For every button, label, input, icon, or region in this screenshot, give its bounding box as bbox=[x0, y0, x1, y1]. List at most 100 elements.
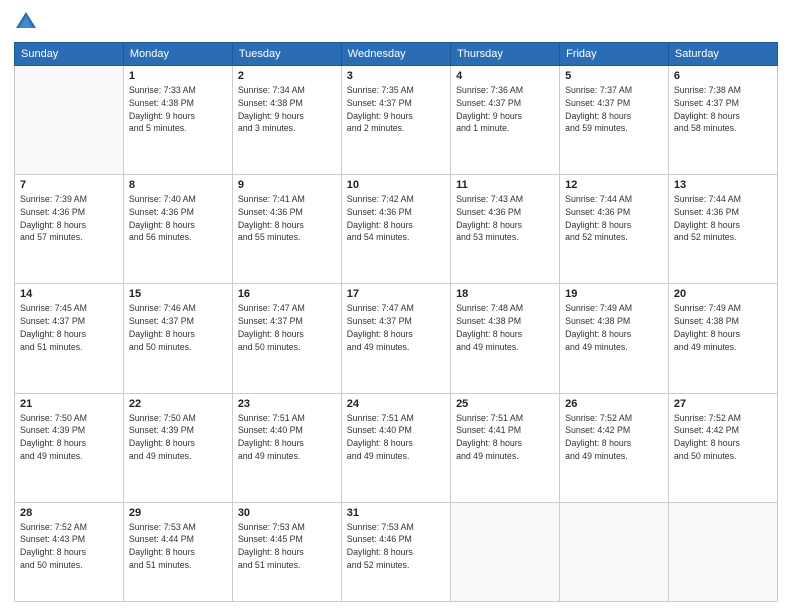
day-info: Sunrise: 7:52 AMSunset: 4:42 PMDaylight:… bbox=[565, 412, 663, 463]
day-cell: 19 Sunrise: 7:49 AMSunset: 4:38 PMDayligh… bbox=[560, 284, 669, 393]
day-cell: 3Sunrise: 7:35 AMSunset: 4:37 PMDaylight… bbox=[341, 66, 450, 175]
day-number: 16 bbox=[238, 288, 336, 300]
day-info: Sunrise: 7:40 AMSunset: 4:36 PMDaylight:… bbox=[129, 193, 227, 244]
day-cell: 7 Sunrise: 7:39 AMSunset: 4:36 PMDaylight… bbox=[15, 175, 124, 284]
day-number: 30 bbox=[238, 507, 336, 519]
day-info: Sunrise: 7:53 AMSunset: 4:45 PMDaylight:… bbox=[238, 521, 336, 572]
weekday-header: Sunday bbox=[15, 43, 124, 66]
day-cell bbox=[451, 502, 560, 601]
day-info: Sunrise: 7:42 AMSunset: 4:36 PMDaylight:… bbox=[347, 193, 445, 244]
day-info: Sunrise: 7:39 AMSunset: 4:36 PMDaylight:… bbox=[20, 193, 118, 244]
day-number: 13 bbox=[674, 179, 772, 191]
calendar: SundayMondayTuesdayWednesdayThursdayFrid… bbox=[14, 42, 778, 602]
day-cell: 20 Sunrise: 7:49 AMSunset: 4:38 PMDayligh… bbox=[668, 284, 777, 393]
day-number: 28 bbox=[20, 507, 118, 519]
day-number: 25 bbox=[456, 398, 554, 410]
week-row: 1 Sunrise: 7:33 AMSunset: 4:38 PMDaylight… bbox=[15, 66, 778, 175]
day-info: Sunrise: 7:51 AMSunset: 4:41 PMDaylight:… bbox=[456, 412, 554, 463]
day-cell: 4Sunrise: 7:36 AMSunset: 4:37 PMDaylight… bbox=[451, 66, 560, 175]
day-info: Sunrise: 7:46 AMSunset: 4:37 PMDaylight:… bbox=[129, 302, 227, 353]
day-number: 7 bbox=[20, 179, 118, 191]
day-info: Sunrise: 7:52 AMSunset: 4:42 PMDaylight:… bbox=[674, 412, 772, 463]
day-cell: 22 Sunrise: 7:50 AMSunset: 4:39 PMDayligh… bbox=[123, 393, 232, 502]
day-cell: 24 Sunrise: 7:51 AMSunset: 4:40 PMDayligh… bbox=[341, 393, 450, 502]
day-number: 17 bbox=[347, 288, 445, 300]
day-number: 22 bbox=[129, 398, 227, 410]
day-info: Sunrise: 7:37 AMSunset: 4:37 PMDaylight:… bbox=[565, 84, 663, 135]
day-info: Sunrise: 7:50 AMSunset: 4:39 PMDaylight:… bbox=[129, 412, 227, 463]
calendar-header-row: SundayMondayTuesdayWednesdayThursdayFrid… bbox=[15, 43, 778, 66]
day-number: 5 bbox=[565, 70, 663, 82]
day-info: Sunrise: 7:41 AMSunset: 4:36 PMDaylight:… bbox=[238, 193, 336, 244]
day-info: Sunrise: 7:48 AMSunset: 4:38 PMDaylight:… bbox=[456, 302, 554, 353]
day-info: Sunrise: 7:47 AMSunset: 4:37 PMDaylight:… bbox=[347, 302, 445, 353]
day-info: Sunrise: 7:38 AMSunset: 4:37 PMDaylight:… bbox=[674, 84, 772, 135]
day-number: 27 bbox=[674, 398, 772, 410]
day-cell: 13 Sunrise: 7:44 AMSunset: 4:36 PMDayligh… bbox=[668, 175, 777, 284]
header bbox=[14, 10, 778, 34]
day-cell: 16 Sunrise: 7:47 AMSunset: 4:37 PMDayligh… bbox=[232, 284, 341, 393]
day-info: Sunrise: 7:34 AMSunset: 4:38 PMDaylight:… bbox=[238, 84, 336, 135]
day-cell: 30 Sunrise: 7:53 AMSunset: 4:45 PMDayligh… bbox=[232, 502, 341, 601]
day-number: 12 bbox=[565, 179, 663, 191]
day-number: 11 bbox=[456, 179, 554, 191]
day-cell: 17 Sunrise: 7:47 AMSunset: 4:37 PMDayligh… bbox=[341, 284, 450, 393]
day-number: 1 bbox=[129, 70, 227, 82]
day-info: Sunrise: 7:50 AMSunset: 4:39 PMDaylight:… bbox=[20, 412, 118, 463]
week-row: 28Sunrise: 7:52 AMSunset: 4:43 PMDayligh… bbox=[15, 502, 778, 601]
day-info: Sunrise: 7:45 AMSunset: 4:37 PMDaylight:… bbox=[20, 302, 118, 353]
day-number: 26 bbox=[565, 398, 663, 410]
day-number: 8 bbox=[129, 179, 227, 191]
day-info: Sunrise: 7:53 AMSunset: 4:46 PMDaylight:… bbox=[347, 521, 445, 572]
day-number: 20 bbox=[674, 288, 772, 300]
day-info: Sunrise: 7:33 AMSunset: 4:38 PMDaylight:… bbox=[129, 84, 227, 135]
day-number: 15 bbox=[129, 288, 227, 300]
weekday-header: Saturday bbox=[668, 43, 777, 66]
day-info: Sunrise: 7:43 AMSunset: 4:36 PMDaylight:… bbox=[456, 193, 554, 244]
day-number: 10 bbox=[347, 179, 445, 191]
day-number: 4 bbox=[456, 70, 554, 82]
day-cell: 28Sunrise: 7:52 AMSunset: 4:43 PMDayligh… bbox=[15, 502, 124, 601]
day-info: Sunrise: 7:51 AMSunset: 4:40 PMDaylight:… bbox=[347, 412, 445, 463]
day-cell: 6Sunrise: 7:38 AMSunset: 4:37 PMDaylight… bbox=[668, 66, 777, 175]
day-cell: 15 Sunrise: 7:46 AMSunset: 4:37 PMDayligh… bbox=[123, 284, 232, 393]
weekday-header: Friday bbox=[560, 43, 669, 66]
day-cell: 21 Sunrise: 7:50 AMSunset: 4:39 PMDayligh… bbox=[15, 393, 124, 502]
day-cell: 8 Sunrise: 7:40 AMSunset: 4:36 PMDaylight… bbox=[123, 175, 232, 284]
day-number: 24 bbox=[347, 398, 445, 410]
day-cell bbox=[560, 502, 669, 601]
day-info: Sunrise: 7:49 AMSunset: 4:38 PMDaylight:… bbox=[565, 302, 663, 353]
logo-icon bbox=[14, 10, 38, 34]
day-number: 2 bbox=[238, 70, 336, 82]
weekday-header: Thursday bbox=[451, 43, 560, 66]
day-cell: 29 Sunrise: 7:53 AMSunset: 4:44 PMDayligh… bbox=[123, 502, 232, 601]
day-info: Sunrise: 7:51 AMSunset: 4:40 PMDaylight:… bbox=[238, 412, 336, 463]
day-cell: 2 Sunrise: 7:34 AMSunset: 4:38 PMDaylight… bbox=[232, 66, 341, 175]
day-cell: 31Sunrise: 7:53 AMSunset: 4:46 PMDayligh… bbox=[341, 502, 450, 601]
day-number: 29 bbox=[129, 507, 227, 519]
day-number: 21 bbox=[20, 398, 118, 410]
day-number: 19 bbox=[565, 288, 663, 300]
day-cell bbox=[668, 502, 777, 601]
weekday-header: Tuesday bbox=[232, 43, 341, 66]
day-info: Sunrise: 7:49 AMSunset: 4:38 PMDaylight:… bbox=[674, 302, 772, 353]
day-cell: 26 Sunrise: 7:52 AMSunset: 4:42 PMDayligh… bbox=[560, 393, 669, 502]
day-info: Sunrise: 7:47 AMSunset: 4:37 PMDaylight:… bbox=[238, 302, 336, 353]
day-info: Sunrise: 7:44 AMSunset: 4:36 PMDaylight:… bbox=[674, 193, 772, 244]
day-info: Sunrise: 7:44 AMSunset: 4:36 PMDaylight:… bbox=[565, 193, 663, 244]
logo bbox=[14, 10, 40, 34]
day-cell: 5 Sunrise: 7:37 AMSunset: 4:37 PMDaylight… bbox=[560, 66, 669, 175]
day-info: Sunrise: 7:53 AMSunset: 4:44 PMDaylight:… bbox=[129, 521, 227, 572]
day-cell: 25 Sunrise: 7:51 AMSunset: 4:41 PMDayligh… bbox=[451, 393, 560, 502]
day-number: 9 bbox=[238, 179, 336, 191]
day-number: 3 bbox=[347, 70, 445, 82]
day-cell: 1 Sunrise: 7:33 AMSunset: 4:38 PMDaylight… bbox=[123, 66, 232, 175]
day-cell: 14Sunrise: 7:45 AMSunset: 4:37 PMDayligh… bbox=[15, 284, 124, 393]
day-cell bbox=[15, 66, 124, 175]
week-row: 7 Sunrise: 7:39 AMSunset: 4:36 PMDaylight… bbox=[15, 175, 778, 284]
day-cell: 18 Sunrise: 7:48 AMSunset: 4:38 PMDayligh… bbox=[451, 284, 560, 393]
day-number: 18 bbox=[456, 288, 554, 300]
weekday-header: Wednesday bbox=[341, 43, 450, 66]
day-cell: 12 Sunrise: 7:44 AMSunset: 4:36 PMDayligh… bbox=[560, 175, 669, 284]
page: SundayMondayTuesdayWednesdayThursdayFrid… bbox=[0, 0, 792, 612]
